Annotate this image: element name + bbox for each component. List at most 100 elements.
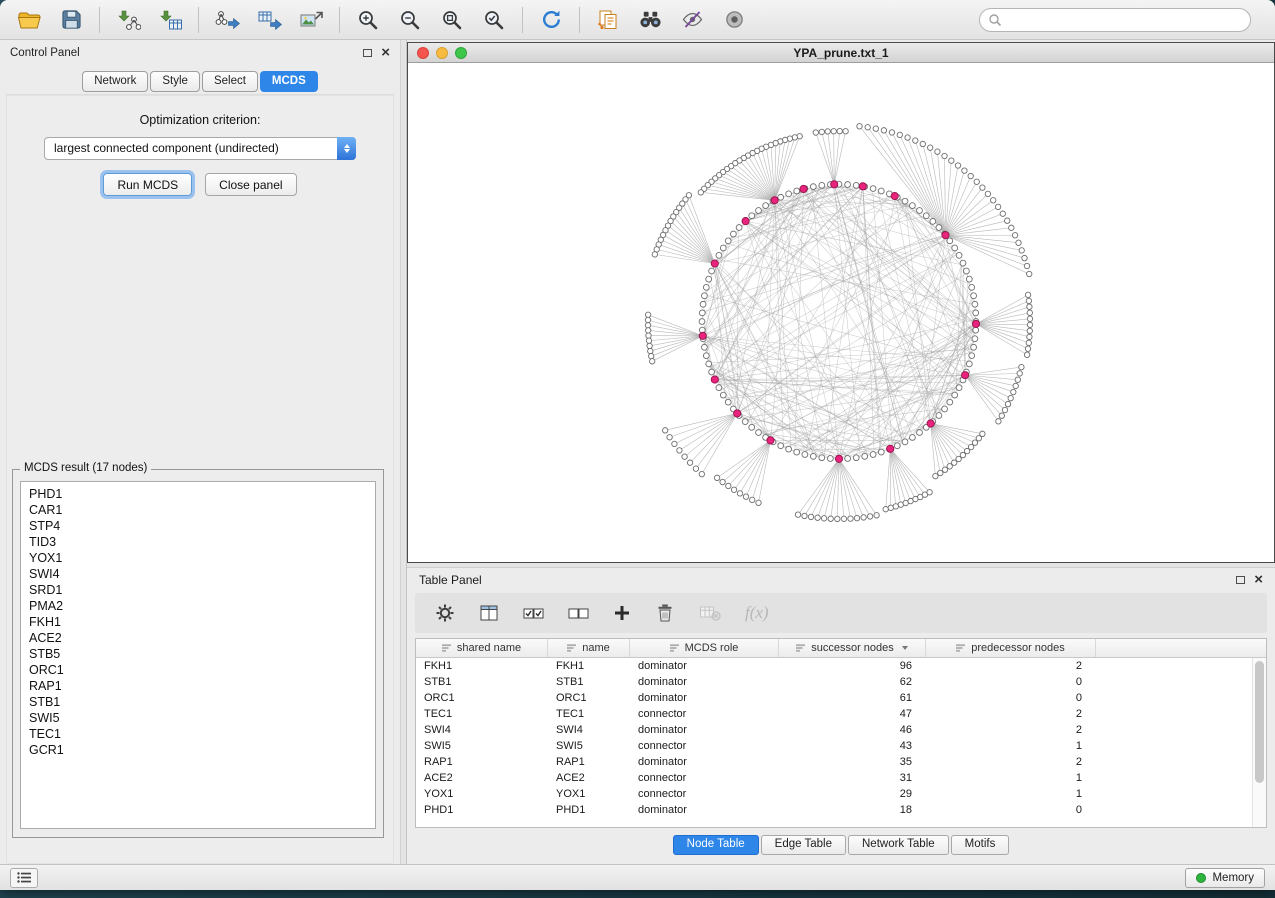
leaf-node[interactable] xyxy=(1005,218,1010,223)
ring-node[interactable] xyxy=(699,319,705,325)
mcds-hub-node[interactable] xyxy=(699,332,706,339)
ring-node[interactable] xyxy=(910,203,916,209)
column-header-shared-name[interactable]: shared name xyxy=(416,639,548,657)
ring-node[interactable] xyxy=(972,301,978,307)
mcds-result-item[interactable]: SWI4 xyxy=(29,566,375,582)
leaf-node[interactable] xyxy=(881,128,886,133)
ring-node[interactable] xyxy=(794,188,800,194)
table-row[interactable]: SWI5SWI5connector431 xyxy=(416,738,1266,754)
ring-node[interactable] xyxy=(971,344,977,350)
tab-network[interactable]: Network xyxy=(82,71,148,92)
leaf-node[interactable] xyxy=(841,516,846,521)
leaf-node[interactable] xyxy=(813,130,818,135)
show-columns-button[interactable] xyxy=(479,603,499,623)
mcds-hub-node[interactable] xyxy=(887,445,894,452)
leaf-node[interactable] xyxy=(1026,340,1031,345)
leaf-node[interactable] xyxy=(968,173,973,178)
table-row[interactable]: ORC1ORC1dominator610 xyxy=(416,690,1266,706)
leaf-node[interactable] xyxy=(927,490,932,495)
leaf-node[interactable] xyxy=(999,413,1004,418)
leaf-node[interactable] xyxy=(980,431,985,436)
mcds-result-item[interactable]: SWI5 xyxy=(29,710,375,726)
leaf-node[interactable] xyxy=(1027,334,1032,339)
leaf-node[interactable] xyxy=(980,185,985,190)
leaf-node[interactable] xyxy=(731,487,736,492)
leaf-node[interactable] xyxy=(985,191,990,196)
ring-node[interactable] xyxy=(819,182,825,188)
open-session-button[interactable] xyxy=(8,4,50,36)
mcds-result-item[interactable]: RAP1 xyxy=(29,678,375,694)
ring-node[interactable] xyxy=(853,455,859,461)
leaf-node[interactable] xyxy=(1019,364,1024,369)
ring-node[interactable] xyxy=(956,252,962,258)
leaf-node[interactable] xyxy=(646,328,651,333)
leaf-node[interactable] xyxy=(647,343,652,348)
leaf-node[interactable] xyxy=(913,138,918,143)
tab-select[interactable]: Select xyxy=(202,71,258,92)
leaf-node[interactable] xyxy=(646,338,651,343)
ring-node[interactable] xyxy=(703,284,709,290)
ring-node[interactable] xyxy=(960,260,966,266)
column-header-name[interactable]: name xyxy=(548,639,630,657)
leaf-node[interactable] xyxy=(750,497,755,502)
leaf-node[interactable] xyxy=(756,500,761,505)
leaf-node[interactable] xyxy=(802,513,807,518)
ring-node[interactable] xyxy=(870,452,876,458)
leaf-node[interactable] xyxy=(1025,346,1030,351)
show-panel-menu-button[interactable] xyxy=(10,868,38,888)
mcds-result-item[interactable]: FKH1 xyxy=(29,614,375,630)
tab-network-table[interactable]: Network Table xyxy=(848,835,949,855)
leaf-node[interactable] xyxy=(648,348,653,353)
leaf-node[interactable] xyxy=(1011,389,1016,394)
leaf-node[interactable] xyxy=(865,125,870,130)
leaf-node[interactable] xyxy=(726,483,731,488)
leaf-node[interactable] xyxy=(1009,225,1014,230)
mcds-hub-node[interactable] xyxy=(771,197,778,204)
leaf-node[interactable] xyxy=(649,353,654,358)
ring-node[interactable] xyxy=(947,238,953,244)
table-settings-button[interactable] xyxy=(435,603,455,623)
ring-node[interactable] xyxy=(936,413,942,419)
mcds-hub-node[interactable] xyxy=(767,437,774,444)
leaf-node[interactable] xyxy=(1015,377,1020,382)
leaf-node[interactable] xyxy=(972,440,977,445)
mcds-hub-node[interactable] xyxy=(800,185,807,192)
export-network-button[interactable] xyxy=(206,4,248,36)
leaf-node[interactable] xyxy=(795,512,800,517)
leaf-node[interactable] xyxy=(996,419,1001,424)
leaf-node[interactable] xyxy=(928,145,933,150)
tab-style[interactable]: Style xyxy=(150,71,200,92)
ring-node[interactable] xyxy=(810,453,816,459)
leaf-node[interactable] xyxy=(889,130,894,135)
close-panel-icon[interactable]: × xyxy=(381,48,390,58)
ring-node[interactable] xyxy=(699,310,705,316)
leaf-node[interactable] xyxy=(693,466,698,471)
scrollbar-thumb[interactable] xyxy=(1255,661,1264,783)
ring-node[interactable] xyxy=(917,430,923,436)
network-graph[interactable] xyxy=(408,63,1274,562)
mcds-hub-node[interactable] xyxy=(831,181,838,188)
ring-node[interactable] xyxy=(700,301,706,307)
leaf-node[interactable] xyxy=(821,516,826,521)
leaf-node[interactable] xyxy=(737,491,742,496)
ring-node[interactable] xyxy=(810,184,816,190)
ring-node[interactable] xyxy=(736,225,742,231)
leaf-node[interactable] xyxy=(942,467,947,472)
mcds-result-item[interactable]: PHD1 xyxy=(29,486,375,502)
zoom-selected-button[interactable] xyxy=(473,4,515,36)
import-table-button[interactable] xyxy=(149,4,191,36)
leaf-node[interactable] xyxy=(949,158,954,163)
leaf-node[interactable] xyxy=(1024,352,1029,357)
mcds-result-item[interactable]: ACE2 xyxy=(29,630,375,646)
tab-node-table[interactable]: Node Table xyxy=(673,835,759,855)
leaf-node[interactable] xyxy=(962,168,967,173)
leaf-node[interactable] xyxy=(883,506,888,511)
leaf-node[interactable] xyxy=(1027,316,1032,321)
mcds-hub-node[interactable] xyxy=(942,232,949,239)
ring-node[interactable] xyxy=(706,361,712,367)
leaf-node[interactable] xyxy=(1000,211,1005,216)
ring-node[interactable] xyxy=(716,385,722,391)
leaf-node[interactable] xyxy=(873,126,878,131)
leaf-node[interactable] xyxy=(837,128,842,133)
leaf-node[interactable] xyxy=(825,129,830,134)
